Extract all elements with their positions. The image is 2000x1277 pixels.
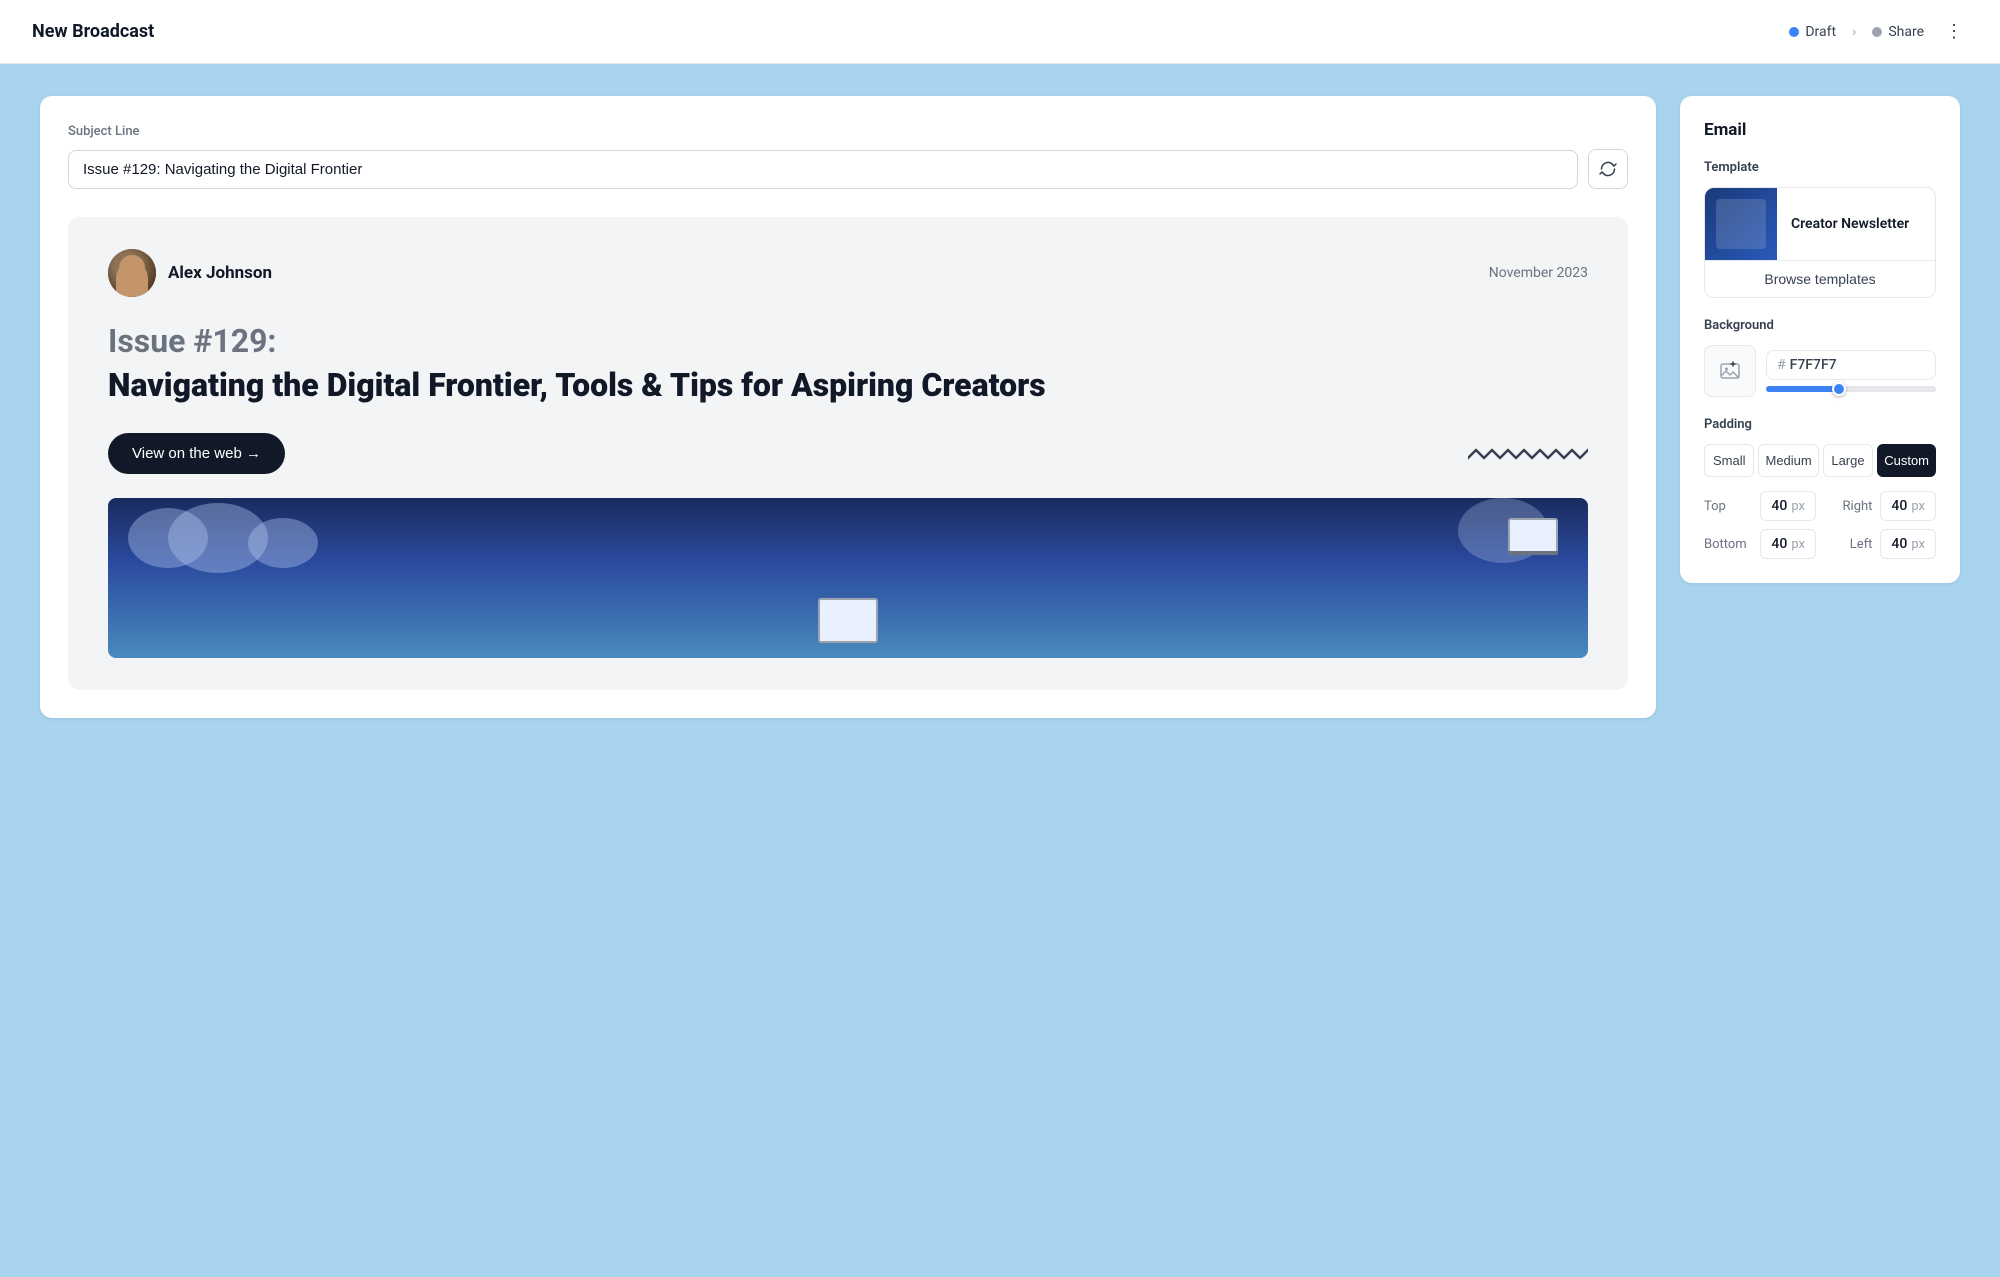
background-controls-row: # F7F7F7: [1704, 345, 1936, 397]
padding-right-field[interactable]: 40 px: [1880, 491, 1936, 521]
padding-top-field[interactable]: 40 px: [1760, 491, 1816, 521]
padding-bottom-field[interactable]: 40 px: [1760, 529, 1816, 559]
preview-cta-row: View on the web →: [108, 433, 1588, 474]
padding-options: Small Medium Large Custom: [1704, 444, 1936, 477]
template-thumbnail: [1705, 188, 1777, 260]
view-on-web-button[interactable]: View on the web →: [108, 433, 285, 474]
padding-top-value: 40: [1771, 498, 1787, 514]
zigzag-icon: [1468, 442, 1588, 466]
separator-chevron: ›: [1852, 24, 1856, 40]
template-section-label: Template: [1704, 160, 1936, 175]
more-icon: ⋮: [1945, 21, 1963, 42]
preview-title-black: Navigating the Digital Frontier, Tools &…: [108, 365, 1588, 405]
email-preview: Alex Johnson November 2023 Issue #129: N…: [68, 217, 1628, 690]
template-card: Creator Newsletter Browse templates: [1704, 187, 1936, 298]
padding-medium-button[interactable]: Medium: [1758, 444, 1818, 477]
background-label: Background: [1704, 318, 1936, 333]
preview-title-gray: Issue #129:: [108, 321, 1588, 361]
draft-label: Draft: [1805, 24, 1836, 40]
template-thumb-inner: [1716, 199, 1766, 249]
padding-right-label: Right: [1824, 499, 1872, 514]
preview-date: November 2023: [1489, 265, 1588, 281]
zigzag-decoration: [1468, 442, 1588, 466]
padding-right-unit: px: [1911, 499, 1925, 514]
padding-top-label: Top: [1704, 499, 1752, 514]
padding-top-row: Top 40 px Right 40 px: [1704, 491, 1936, 521]
padding-large-button[interactable]: Large: [1823, 444, 1873, 477]
padding-bottom-unit: px: [1791, 537, 1805, 552]
background-section: Background # F7F7F7: [1704, 318, 1936, 397]
refresh-button[interactable]: [1588, 149, 1628, 189]
share-button[interactable]: Share: [1872, 24, 1924, 40]
subject-input-row: [68, 149, 1628, 189]
padding-left-value: 40: [1891, 536, 1907, 552]
share-dot: [1872, 27, 1882, 37]
top-bar: New Broadcast Draft › Share ⋮: [0, 0, 2000, 64]
padding-custom-button[interactable]: Custom: [1877, 444, 1936, 477]
status-indicator: Draft: [1789, 24, 1836, 40]
share-label: Share: [1888, 24, 1924, 40]
padding-right-value: 40: [1891, 498, 1907, 514]
color-input[interactable]: # F7F7F7: [1766, 350, 1936, 380]
slider-thumb: [1832, 382, 1846, 396]
template-card-top: Creator Newsletter: [1705, 188, 1935, 260]
avatar: [108, 249, 156, 297]
background-color-value: F7F7F7: [1790, 357, 1837, 373]
padding-left-label: Left: [1824, 537, 1872, 552]
refresh-icon: [1598, 159, 1618, 179]
template-name: Creator Newsletter: [1777, 188, 1935, 260]
image-icon: [1719, 360, 1741, 382]
left-panel: Subject Line: [40, 96, 1656, 718]
preview-image: [108, 498, 1588, 658]
author-row: Alex Johnson: [108, 249, 272, 297]
right-panel: Email Template Creator Newsletter Browse…: [1680, 96, 1960, 583]
laptop-illustration: [1508, 518, 1558, 553]
background-color-controls: # F7F7F7: [1766, 350, 1936, 392]
opacity-slider[interactable]: [1766, 386, 1936, 392]
subject-input[interactable]: [68, 150, 1578, 189]
subject-label: Subject Line: [68, 124, 1628, 139]
padding-label: Padding: [1704, 417, 1936, 432]
padding-small-button[interactable]: Small: [1704, 444, 1754, 477]
author-name: Alex Johnson: [168, 263, 272, 283]
padding-top-unit: px: [1791, 499, 1805, 514]
browse-templates-button[interactable]: Browse templates: [1705, 260, 1935, 297]
padding-bottom-row: Bottom 40 px Left 40 px: [1704, 529, 1936, 559]
padding-section: Padding Small Medium Large Custom Top 40…: [1704, 417, 1936, 559]
preview-header: Alex Johnson November 2023: [108, 249, 1588, 297]
background-image-button[interactable]: [1704, 345, 1756, 397]
more-options-button[interactable]: ⋮: [1940, 18, 1968, 46]
page-title: New Broadcast: [32, 21, 154, 42]
padding-fields: Top 40 px Right 40 px Bottom 40 px: [1704, 491, 1936, 559]
panel-title: Email: [1704, 120, 1936, 140]
padding-bottom-value: 40: [1771, 536, 1787, 552]
main-area: Subject Line: [0, 64, 2000, 1277]
padding-left-field[interactable]: 40 px: [1880, 529, 1936, 559]
color-hash: #: [1777, 357, 1786, 373]
padding-bottom-label: Bottom: [1704, 537, 1752, 552]
monitor-illustration: [818, 598, 878, 643]
top-bar-actions: Draft › Share ⋮: [1789, 18, 1968, 46]
padding-left-unit: px: [1911, 537, 1925, 552]
avatar-image: [108, 249, 156, 297]
draft-dot: [1789, 27, 1799, 37]
